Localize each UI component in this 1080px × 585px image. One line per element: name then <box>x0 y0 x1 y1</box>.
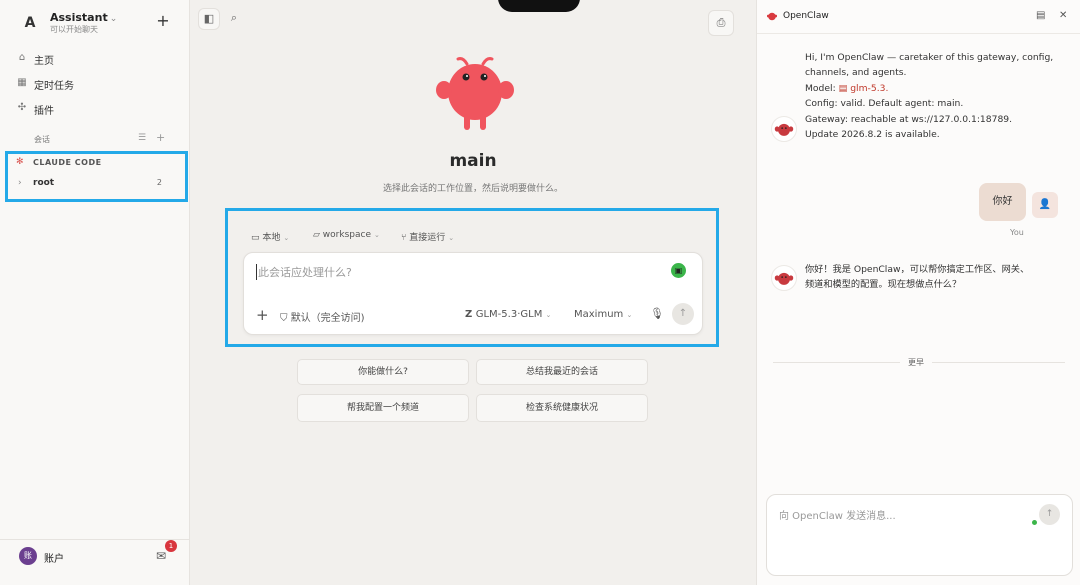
camera-notch <box>498 0 580 12</box>
session-group-label: root <box>33 178 55 188</box>
add-attachment-button[interactable]: + <box>256 306 269 324</box>
divider-label: 更早 <box>900 357 932 368</box>
file-icon: ▤ <box>838 82 851 94</box>
folder-label: workspace <box>322 230 371 240</box>
prompt-composer[interactable]: 此会话应处理什么? ▣ + ⛉ 默认（完全访问) Z GLM-5.3·GLM ⌄… <box>243 252 703 335</box>
microphone-icon[interactable]: 🎙 <box>650 307 664 320</box>
page-subtitle: 选择此会话的工作位置，然后说明要做什么。 <box>382 184 563 194</box>
home-icon: ⌂ <box>18 52 26 63</box>
sidebar-footer: 账 账户 ✉ 1 <box>0 539 190 585</box>
search-icon: ⌕ <box>230 11 238 24</box>
send-button[interactable]: ↑ <box>1039 504 1060 525</box>
mode-select[interactable]: ⑂ 直接运行 ⌄ <box>401 230 454 243</box>
session-count: 2 <box>156 178 162 187</box>
account-avatar: A <box>24 15 36 31</box>
message-line: Model: ▤ glm-5.3. <box>805 82 889 94</box>
suggestion-button[interactable]: 你能做什么? <box>297 359 469 385</box>
suggestion-button[interactable]: 总结我最近的会话 <box>476 359 648 385</box>
monitor-icon: ▭ <box>251 233 263 243</box>
suggestion-button[interactable]: 检查系统健康状况 <box>476 394 648 422</box>
location-label: 本地 <box>262 233 281 243</box>
sidebar-item-label: 定时任务 <box>34 81 74 92</box>
project-item[interactable]: ✻ CLAUDE CODE <box>16 157 176 171</box>
account-name: Assistant ⌄ <box>50 11 118 24</box>
puzzle-icon: ✣ <box>17 102 27 113</box>
sidebar-item-home[interactable]: ⌂ 主页 <box>16 50 176 68</box>
chat-header: OpenClaw ▤ ✕ <box>757 0 1080 34</box>
search-button[interactable]: ⌕ <box>223 8 245 30</box>
chat-panel: OpenClaw ▤ ✕ Hi, I'm OpenClaw — caretake… <box>756 0 1080 585</box>
chevron-down-icon: ⌄ <box>448 234 455 242</box>
chevron-down-icon: ⌄ <box>545 311 552 319</box>
prompt-input[interactable]: 此会话应处理什么? <box>256 264 352 280</box>
page-title: main <box>449 151 497 171</box>
sidebar-item-plugins[interactable]: ✣ 插件 <box>16 100 176 118</box>
user-label: You <box>1010 228 1024 237</box>
user-message: 你好 <box>979 183 1026 221</box>
folder-icon: ▱ <box>313 230 323 240</box>
mode-label: 直接运行 <box>409 233 446 243</box>
send-button[interactable]: ↑ <box>672 303 694 325</box>
user-avatar-icon: 👤 <box>1032 192 1058 218</box>
account-switcher[interactable]: A Assistant ⌄ 可以开始聊天 <box>16 10 176 36</box>
message-line: 频道和模型的配置。现在想做点什么？ <box>805 279 962 291</box>
message-line: Hi, I'm OpenClaw — caretaker of this gat… <box>805 52 1054 63</box>
sidebar-item-scheduled[interactable]: ▦ 定时任务 <box>16 75 176 93</box>
message-line: 你好！我是 OpenClaw，可以帮你搞定工作区、网关、 <box>805 264 1030 275</box>
suggestion-button[interactable]: 帮我配置一个频道 <box>297 394 469 422</box>
filter-icon[interactable]: ☰ <box>138 133 146 143</box>
chat-input-placeholder: 向 OpenClaw 发送消息... <box>779 511 896 522</box>
chevron-right-icon: › <box>18 178 22 188</box>
calendar-icon: ▦ <box>17 77 27 88</box>
bot-message: 你好！我是 OpenClaw，可以帮你搞定工作区、网关、 频道和模型的配置。现在… <box>805 262 1029 293</box>
panel-icon[interactable]: ▤ <box>1036 10 1045 21</box>
bot-message: Hi, I'm OpenClaw — caretaker of this gat… <box>805 50 1053 142</box>
openclaw-logo-icon <box>767 12 777 21</box>
message-line: Update 2026.8.2 is available. <box>805 129 940 141</box>
close-icon[interactable]: ✕ <box>1059 10 1067 21</box>
chevron-down-icon: ⌄ <box>373 231 380 239</box>
effort-label: Maximum <box>574 309 624 320</box>
account-subtitle: 可以开始聊天 <box>50 25 98 34</box>
document-icon: ⎙ <box>716 16 726 29</box>
claude-logo-icon: ✻ <box>16 157 24 167</box>
message-line: channels, and agents. <box>805 67 907 79</box>
effort-select[interactable]: Maximum ⌄ <box>574 309 632 320</box>
account-label[interactable]: 账户 <box>44 550 64 565</box>
robot-icon: ▣ <box>671 263 686 278</box>
model-link[interactable]: glm-5.3 <box>850 83 885 94</box>
notification-badge: 1 <box>165 540 177 552</box>
model-select[interactable]: Z GLM-5.3·GLM ⌄ <box>465 309 551 320</box>
avatar[interactable]: 账 <box>19 547 37 565</box>
sidebar-icon: ◧ <box>203 12 215 25</box>
project-label: CLAUDE CODE <box>33 158 102 167</box>
sessions-header: 会话 <box>34 135 50 144</box>
message-line: Config: valid. Default agent: main. <box>805 98 964 110</box>
zhipu-logo-icon: Z <box>465 309 476 320</box>
sidebar: A Assistant ⌄ 可以开始聊天 + ⌂ 主页 ▦ 定时任务 ✣ 插件 会… <box>0 0 190 585</box>
openclaw-mascot <box>436 57 514 130</box>
folder-select[interactable]: ▱ workspace ⌄ <box>313 230 380 240</box>
message-line: Gateway: reachable at ws://127.0.0.1:187… <box>805 113 1013 125</box>
status-dot <box>1032 520 1037 525</box>
chat-title: OpenClaw <box>783 11 829 21</box>
sidebar-item-label: 主页 <box>34 56 54 67</box>
chevron-down-icon: ⌄ <box>626 311 633 319</box>
model-label: GLM-5.3·GLM <box>475 309 543 320</box>
chevron-down-icon: ⌄ <box>283 234 290 242</box>
add-session-button[interactable]: + <box>156 131 165 144</box>
new-chat-button[interactable]: + <box>155 13 171 29</box>
session-group-root[interactable]: › root 2 <box>16 178 166 192</box>
bot-avatar <box>771 116 797 142</box>
chat-input[interactable]: 向 OpenClaw 发送消息... ↑ <box>766 494 1073 576</box>
chevron-down-icon: ⌄ <box>109 14 118 24</box>
sidebar-item-label: 插件 <box>34 106 54 117</box>
toggle-sidebar-button[interactable]: ◧ <box>198 8 220 30</box>
permission-select[interactable]: ⛉ 默认（完全访问) <box>280 309 365 324</box>
export-button[interactable]: ⎙ <box>708 10 734 36</box>
location-select[interactable]: ▭ 本地 ⌄ <box>251 230 289 243</box>
permission-label: 默认（完全访问) <box>290 313 365 324</box>
shield-icon: ⛉ <box>280 313 291 324</box>
bot-avatar <box>771 265 797 291</box>
